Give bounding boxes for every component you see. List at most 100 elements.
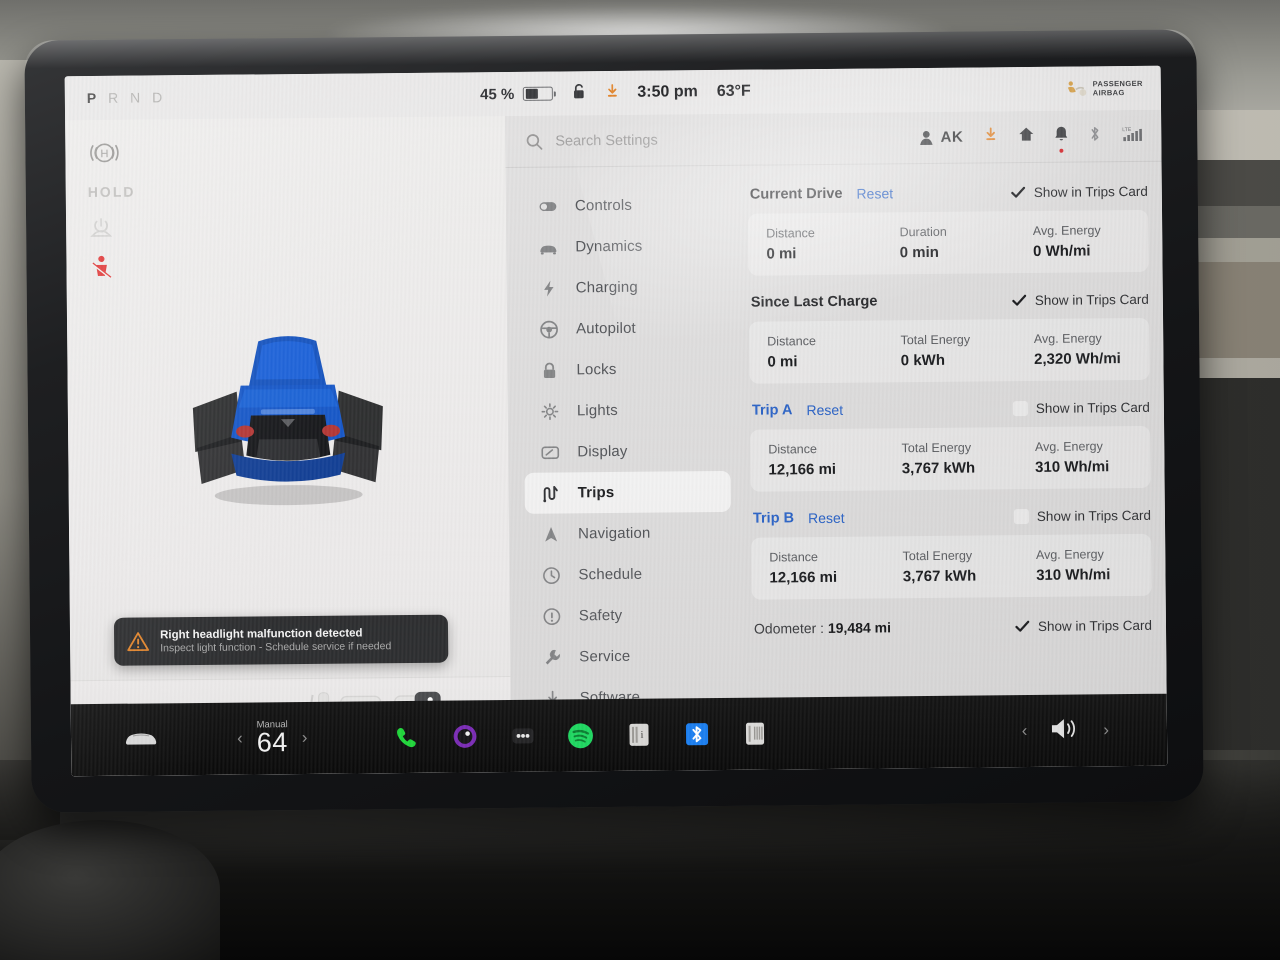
reset-button[interactable]: Reset: [856, 185, 893, 201]
sidebar-item-autopilot[interactable]: Autopilot: [523, 307, 729, 350]
reset-button[interactable]: Reset: [808, 510, 845, 526]
search-input[interactable]: Search Settings: [555, 132, 658, 149]
trip-section-title[interactable]: Trip A: [752, 402, 793, 418]
temp-decrease-button[interactable]: ‹: [237, 729, 243, 749]
clock: 3:50 pm: [637, 83, 698, 101]
reset-button[interactable]: Reset: [806, 402, 843, 418]
download-icon[interactable]: [983, 126, 998, 147]
sidebar-item-label: Schedule: [578, 565, 643, 584]
show-in-trips-card-label: Show in Trips Card: [1036, 507, 1151, 524]
sidebar-item-label: Lights: [576, 401, 618, 420]
schedule-icon: [541, 565, 561, 585]
sidebar-item-safety[interactable]: Safety: [526, 594, 732, 637]
show-in-trips-card-label: Show in Trips Card: [1033, 183, 1148, 200]
trip-stat-value: 0 mi: [766, 245, 797, 263]
checkbox-checked-icon: [1011, 185, 1026, 200]
battery-icon: [523, 86, 554, 101]
trip-stat-cell: Distance 12,166 mi: [750, 441, 884, 478]
trip-stat-value: 12,166 mi: [769, 568, 838, 587]
show-in-trips-card-label: Show in Trips Card: [1034, 291, 1149, 308]
trip-stat-key: Avg. Energy: [1034, 439, 1103, 454]
trip-section-title[interactable]: Trip B: [753, 510, 794, 526]
warning-triangle-icon: [127, 632, 150, 652]
trip-stat-key: Duration: [899, 224, 947, 240]
volume-control: ‹ ›: [1022, 715, 1110, 747]
odometer-show-in-trips-card-toggle[interactable]: Show in Trips Card: [1015, 617, 1152, 633]
bluetooth-app-icon[interactable]: [681, 719, 711, 749]
show-in-trips-card-toggle[interactable]: Show in Trips Card: [1012, 291, 1149, 307]
trip-stat-cell: Total Energy 3,767 kWh: [884, 440, 1018, 478]
sidebar-item-dynamics[interactable]: Dynamics: [522, 225, 728, 268]
volume-icon[interactable]: [1049, 715, 1081, 746]
trip-section-header: Current Drive Reset Show in Trips Card: [750, 178, 1148, 208]
navigation-icon: [541, 524, 561, 544]
sidebar-item-label: Trips: [577, 484, 615, 502]
sidebar-item-controls[interactable]: Controls: [522, 184, 728, 227]
alert-toast-title: Right headlight malfunction detected: [159, 626, 363, 641]
gear-indicator: P R N D: [86, 89, 167, 107]
climate-temperature: 64: [256, 726, 288, 757]
sidebar-item-schedule[interactable]: Schedule: [525, 553, 731, 596]
show-in-trips-card-toggle[interactable]: Show in Trips Card: [1012, 399, 1150, 416]
trip-stat-cell: Distance 12,166 mi: [751, 549, 885, 586]
trip-stat-key: Distance: [769, 550, 819, 565]
display-icon: [540, 442, 560, 462]
car-app-icon[interactable]: [123, 727, 159, 752]
trip-stat-cell: Avg. Energy 0 Wh/mi: [1015, 223, 1149, 260]
show-in-trips-card-toggle[interactable]: Show in Trips Card: [1011, 183, 1148, 199]
unlock-icon[interactable]: [572, 82, 588, 105]
climate-readout[interactable]: Manual 64: [257, 719, 289, 758]
radio-app-icon[interactable]: i: [623, 720, 653, 750]
trips-content: Current Drive Reset Show in Trips Card Dist…: [742, 162, 1168, 770]
sidebar-item-trips[interactable]: Trips: [524, 470, 731, 514]
trip-stat-cell: Total Energy 0 kWh: [882, 332, 1016, 370]
trip-stat-value: 12,166 mi: [768, 460, 837, 479]
trip-stat-key: Distance: [768, 442, 817, 457]
trip-section-header: Trip B Reset Show in Trips Card: [753, 502, 1151, 532]
sidebar-item-label: Controls: [574, 196, 633, 215]
checkbox-unchecked-icon: [1013, 508, 1029, 524]
airbag-label: PASSENGER AIRBAG: [1092, 78, 1143, 98]
bluetooth-icon[interactable]: [1088, 125, 1101, 147]
home-icon[interactable]: [1018, 126, 1034, 147]
trip-stat-cell: Avg. Energy 2,320 Wh/mi: [1016, 331, 1150, 368]
lte-signal-icon[interactable]: LTE: [1121, 124, 1143, 146]
trips-icon: [541, 483, 561, 503]
sidebar-item-display[interactable]: Display: [524, 430, 730, 473]
spotify-app-icon[interactable]: [565, 720, 595, 750]
trip-stats-card: Distance 0 mi Total Energy 0 kWh Avg. Energy…: [749, 317, 1150, 384]
media-app-icon[interactable]: [739, 719, 769, 749]
vehicle-render: [192, 336, 383, 506]
park-brake-icon: [90, 218, 113, 237]
alert-toast-text: Right headlight malfunction detected Ins…: [160, 627, 391, 654]
sidebar-item-lights[interactable]: Lights: [524, 389, 730, 432]
download-icon[interactable]: [605, 82, 620, 103]
settings-search-row: Search Settings AK LTE: [505, 109, 1162, 169]
sidebar-item-label: Autopilot: [576, 319, 636, 338]
sidebar-item-navigation[interactable]: Navigation: [525, 512, 731, 555]
phone-app-icon[interactable]: [391, 722, 421, 752]
status-bar-center: 45 % 3:50 pm 63°F: [480, 80, 751, 106]
sidebar-item-service[interactable]: Service: [526, 635, 732, 678]
volume-prev-button[interactable]: ‹: [1022, 721, 1028, 741]
outside-temperature: 63°F: [716, 82, 751, 100]
search-icon: [526, 133, 543, 150]
seatbelt-warning-icon: [91, 255, 112, 279]
sidebar-item-label: Service: [579, 647, 631, 666]
toggle-icon: [538, 196, 558, 216]
bell-icon[interactable]: [1054, 125, 1068, 153]
profile-button[interactable]: AK: [920, 129, 963, 146]
volume-next-button[interactable]: ›: [1103, 720, 1109, 740]
show-in-trips-card-label: Show in Trips Card: [1037, 617, 1153, 634]
trip-section-header: Since Last Charge Show in Trips Card: [751, 286, 1149, 316]
show-in-trips-card-toggle[interactable]: Show in Trips Card: [1013, 507, 1151, 524]
camera-app-icon[interactable]: [449, 721, 479, 751]
temp-increase-button[interactable]: ›: [302, 728, 308, 748]
wrench-icon: [542, 647, 562, 667]
more-app-icon[interactable]: [507, 721, 537, 751]
checkbox-checked-icon: [1012, 293, 1027, 308]
sidebar-item-charging[interactable]: Charging: [523, 266, 729, 309]
sidebar-item-locks[interactable]: Locks: [523, 348, 729, 391]
alert-toast[interactable]: Right headlight malfunction detected Ins…: [113, 614, 449, 666]
trip-stat-value: 2,320 Wh/mi: [1034, 350, 1121, 368]
